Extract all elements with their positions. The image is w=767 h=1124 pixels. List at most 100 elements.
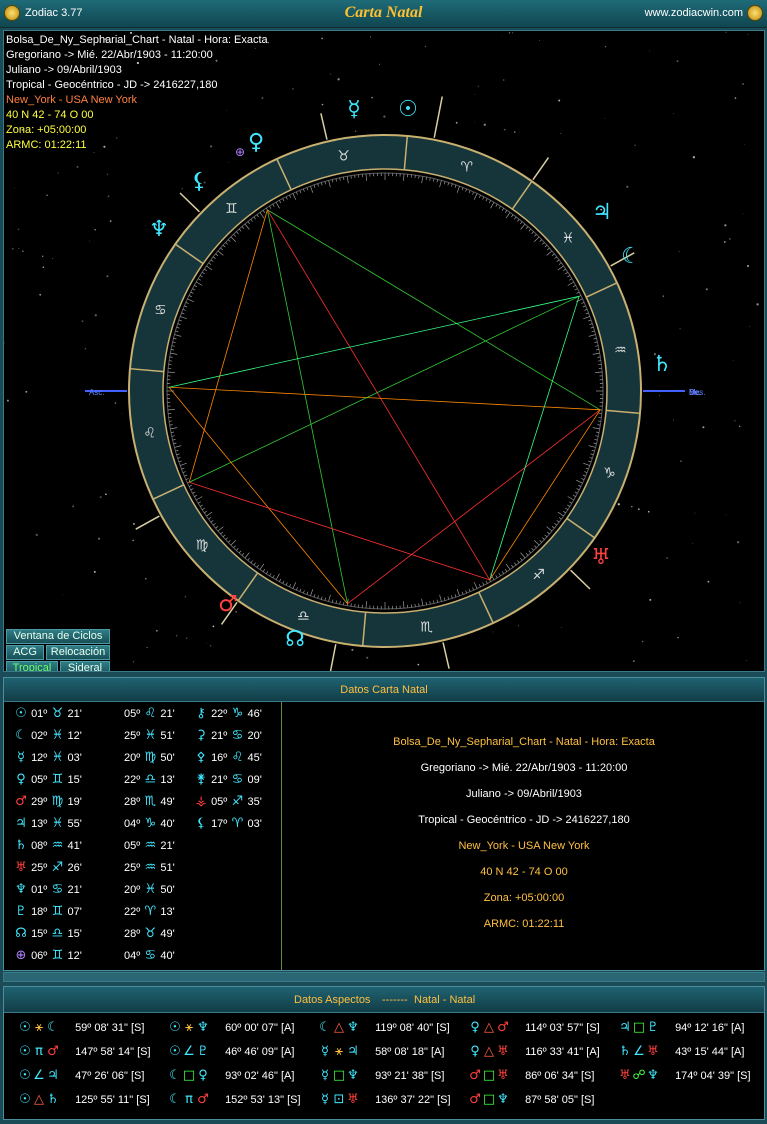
sign-icon: ♓ (144, 728, 157, 743)
aspect-entry[interactable]: ♂ □ ♅ 86º 06' 34" [S] (468, 1066, 594, 1086)
aspect-entry[interactable]: ♂ □ ♆ 87º 58' 05" [S] (468, 1090, 594, 1110)
aspect-entry[interactable]: ☉ ∠ ♇ 46º 46' 09" [A] (168, 1042, 294, 1062)
aspect-entry[interactable]: ☿ □ ♆ 93º 21' 38" [S] (318, 1066, 444, 1086)
planet-degree: 08º (31, 840, 48, 852)
star (683, 394, 684, 396)
aspect-value: 93º 02' 46" [A] (225, 1070, 295, 1082)
star (513, 131, 516, 133)
star (145, 577, 147, 580)
panel-splitter[interactable] (3, 972, 765, 982)
divider (281, 702, 282, 970)
star (538, 39, 540, 41)
planet-glyph: ☿ (347, 97, 361, 122)
aspect-value: 46º 46' 09" [A] (225, 1046, 295, 1058)
aspect-entry[interactable]: ☾ π ♂ 152º 53' 13" [S] (168, 1090, 300, 1110)
aspect-planet-icon: ♅ (647, 1044, 659, 1059)
aspect-entry[interactable]: ☉ ⚹ ♆ 60º 00' 07" [A] (168, 1018, 294, 1038)
aspect-entry[interactable]: ♅ ☍ ♆ 174º 04' 39" [S] (618, 1066, 750, 1086)
ciclos-window-button[interactable]: Ventana de Ciclos (6, 629, 110, 644)
star (121, 413, 123, 415)
star (212, 625, 215, 628)
aspect-entry[interactable]: ☾ □ ♀ 93º 02' 46" [A] (168, 1066, 294, 1086)
house-degree: 22º (124, 906, 141, 918)
house-degree: 05º (124, 708, 141, 720)
planet-glyph: ☊ (285, 627, 305, 652)
planet-minutes: 21' (67, 708, 82, 720)
sign-icon: ♌ (144, 706, 157, 721)
planet-row: ☿ 12º ♓ 03' (14, 748, 82, 768)
chart-info-block: Bolsa_De_Ny_Sepharial_Chart - Natal - Ho… (6, 33, 268, 153)
relocation-button[interactable]: Relocación (46, 645, 110, 660)
planet-minutes: 12' (67, 730, 82, 742)
planet-row: ♂ 29º ♍ 19' (14, 792, 82, 812)
house-minutes: 51' (160, 862, 175, 874)
aspect-planet-icon: ♃ (347, 1044, 359, 1059)
house-minutes: 40' (160, 950, 175, 962)
aspect-entry[interactable]: ☾ △ ♆ 119º 08' 40" [S] (318, 1018, 450, 1038)
acg-button[interactable]: ACG (6, 645, 44, 660)
aspects-subtitle: Natal - Natal (414, 994, 476, 1006)
sign-icon: ♉ (51, 706, 64, 721)
website-url[interactable]: www.zodiacwin.com (645, 7, 743, 19)
aspect-entry[interactable]: ☉ π ♂ 147º 58' 14" [S] (18, 1042, 150, 1062)
planet-degree: 18º (31, 906, 48, 918)
aspect-planet-icon: ♂ (469, 1068, 481, 1083)
zodiac-sign-glyph: ♈ (460, 159, 473, 175)
planet-degree: 01º (31, 708, 48, 720)
sidereal-tab[interactable]: Sideral (60, 661, 110, 671)
house-cusp-line (532, 157, 550, 181)
aspect-entry[interactable]: ☉ ⚹ ☾ 59º 08' 31" [S] (18, 1018, 144, 1038)
planet-row: ☊ 15º ♎ 15' (14, 924, 82, 944)
aspect-entry[interactable]: ♃ □ ♇ 94º 12' 16" [A] (618, 1018, 744, 1038)
house-minutes: 21' (160, 708, 175, 720)
natal-info-line: Juliano -> 09/Abril/1903 (466, 788, 582, 800)
star (483, 123, 486, 126)
star (634, 144, 636, 146)
house-minutes: 51' (160, 730, 175, 742)
tropical-tab[interactable]: Tropical (6, 661, 58, 671)
house-row: 20º ♍ 50' (124, 748, 175, 768)
star (649, 50, 651, 52)
sign-icon: ♒ (144, 860, 157, 875)
aspect-entry[interactable]: ♄ ∠ ♅ 43º 15' 44" [A] (618, 1042, 744, 1062)
sign-icon: ♑ (144, 816, 157, 831)
aspect-entry[interactable]: ☿ ⊡ ♅ 136º 37' 22" [S] (318, 1090, 451, 1110)
planet-icon: ♀ (16, 772, 26, 787)
star (25, 390, 28, 393)
star (370, 36, 371, 38)
chart-info-line: Juliano -> 09/Abril/1903 (6, 64, 122, 76)
star (649, 598, 652, 601)
star (508, 32, 511, 34)
asteroid-degree: 22º (211, 708, 228, 720)
star (558, 99, 561, 102)
close-icon[interactable] (747, 5, 763, 21)
aspect-entry[interactable]: ☉ ∠ ♃ 47º 26' 06" [S] (18, 1066, 144, 1086)
star (383, 115, 386, 118)
aspect-type-icon: △ (484, 1020, 494, 1035)
planet-glyph: ☾ (621, 244, 641, 269)
aspect-entry[interactable]: ♀ △ ♂ 114º 03' 57" [S] (468, 1018, 599, 1038)
star (35, 533, 38, 537)
planet-glyph: ♂ (218, 592, 238, 617)
aspect-planet-icon: ☉ (19, 1020, 31, 1035)
house-row: 22º ♈ 13' (124, 902, 175, 922)
sign-icon: ♈ (144, 904, 157, 919)
house-degree: 04º (124, 950, 141, 962)
house-degree: 28º (124, 796, 141, 808)
aspect-entry[interactable]: ☿ ⚹ ♃ 58º 08' 18" [A] (318, 1042, 444, 1062)
aspect-planet-icon: ♆ (347, 1068, 359, 1083)
star (604, 118, 606, 119)
aspect-entry[interactable]: ♀ △ ♅ 116º 33' 41" [A] (468, 1042, 599, 1062)
star (146, 647, 148, 649)
house-cusp-line (320, 113, 328, 140)
aspect-planet-icon: ☉ (19, 1092, 31, 1107)
aspect-planet-icon: ♆ (347, 1020, 359, 1035)
planet-degree: 12º (31, 752, 48, 764)
sign-icon: ♈ (231, 816, 244, 831)
star (330, 73, 332, 75)
aspect-entry[interactable]: ☉ △ ♄ 125º 55' 11" [S] (18, 1090, 150, 1110)
planet-row: ☾ 02º ♓ 12' (14, 726, 82, 746)
zodiac-sign-glyph: ♋ (154, 302, 167, 318)
star (725, 514, 727, 516)
chart-info-line: New_York - USA New York (6, 94, 138, 106)
